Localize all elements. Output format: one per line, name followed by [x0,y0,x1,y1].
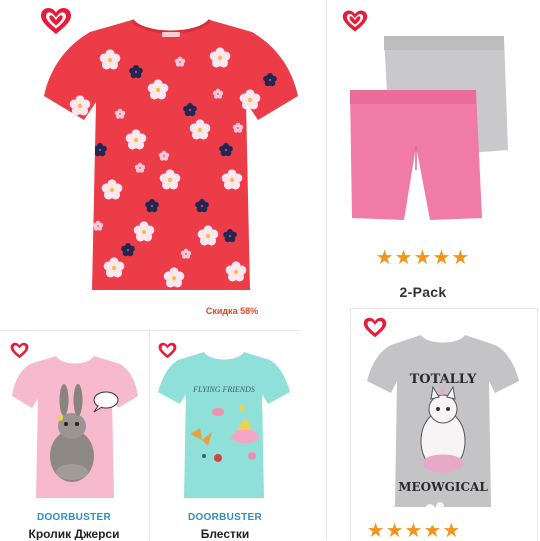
product-image-floral-tee[interactable] [40,10,302,300]
product-title: 2-Pack [399,284,447,300]
product-card-floral-tee[interactable]: Скидка 58% [22,0,322,322]
product-image-bunny-tee[interactable] [10,352,140,502]
avito-watermark: Avito [422,500,532,528]
graphic-text-top: TOTALLY [410,372,477,387]
avito-logo-icon: Avito [425,502,496,527]
product-card-flying-friends-tee[interactable]: FLYING FRIENDS DOORBUSTER Блестки [150,332,300,540]
product-card-bunny-tee[interactable]: DOORBUSTER Кролик Джерси [0,332,148,540]
product-image-meowgical-tee[interactable]: TOTALLY MEOWGICAL [363,331,523,511]
grid-divider [326,0,327,540]
product-image-flying-friends-tee[interactable]: FLYING FRIENDS [156,348,292,504]
product-card-shorts-2-pack[interactable]: ★★★★★ 2-Pack [328,0,518,322]
rating-stars: ★★★★★ [375,247,471,269]
doorbuster-badge: DOORBUSTER [36,512,112,523]
product-title: Блестки [200,527,250,540]
graphic-text: FLYING FRIENDS [192,385,255,394]
grid-divider [0,330,300,331]
avito-wordmark: Avito [452,505,496,527]
product-title: Кролик Джерси [28,527,120,540]
discount-label: Скидка 58% [205,306,259,316]
graphic-text-bottom: MEOWGICAL [398,480,488,494]
doorbuster-badge: DOORBUSTER [187,512,263,523]
product-image-shorts[interactable] [346,30,512,220]
